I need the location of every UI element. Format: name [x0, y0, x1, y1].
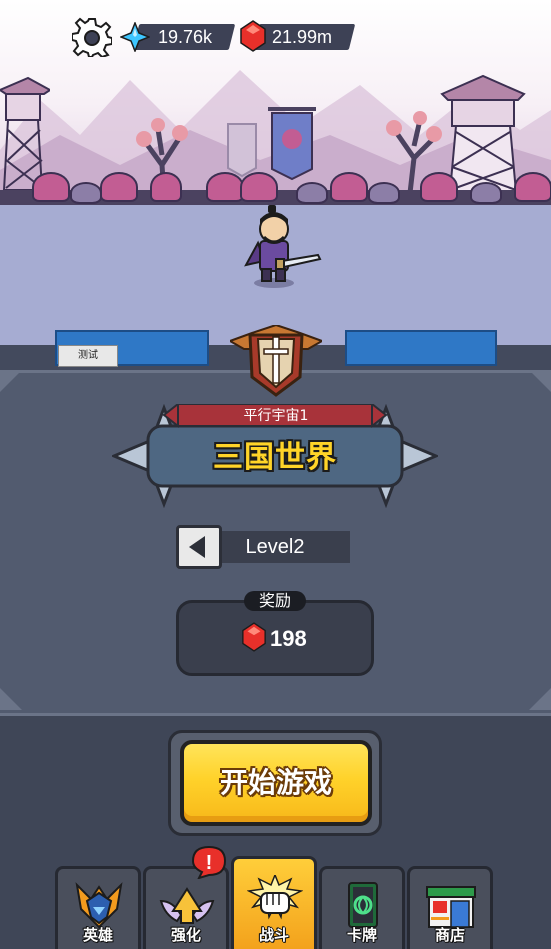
shrub: [206, 172, 244, 202]
nav-tab-cards[interactable]: 卡牌: [319, 866, 405, 949]
shrub: [240, 172, 278, 202]
ruby-gem-icon: [240, 20, 266, 52]
war-banner: [268, 107, 316, 181]
nav-tab-label: 商店: [434, 926, 465, 944]
alert-badge-icon: !: [191, 845, 227, 879]
battle-fist-icon: [247, 875, 303, 920]
world-name[interactable]: 三国世界: [150, 436, 400, 480]
level-prev-button[interactable]: [176, 525, 222, 569]
rock: [470, 182, 502, 204]
nav-tab-label: 强化: [170, 926, 201, 944]
shrub: [100, 172, 138, 202]
nav-tab-battle[interactable]: 战斗: [231, 856, 317, 949]
diamond-count: 19.76k: [158, 27, 213, 47]
rock: [296, 182, 328, 204]
left-watchtower: [0, 76, 50, 190]
reward-value: 198: [270, 626, 307, 651]
top-bar: 19.76k 21.99m: [0, 0, 551, 70]
arrow-left-icon: [189, 536, 205, 558]
reward-title: 奖励: [244, 591, 306, 611]
diamond-icon: [120, 22, 150, 52]
shrub: [330, 172, 368, 202]
war-banner-faded: [227, 123, 257, 178]
nav-tab-label: 英雄: [82, 926, 113, 944]
hero-character: [244, 205, 322, 288]
shrub: [514, 172, 551, 202]
level-label: Level2: [245, 536, 305, 558]
ruby-count: 21.99m: [272, 27, 333, 47]
panel-banner-right: [345, 330, 497, 366]
settings-gear-icon[interactable]: [72, 17, 112, 57]
nav-tab-label: 卡牌: [346, 926, 377, 944]
universe-label: 平行宇宙1: [243, 408, 309, 424]
shrub: [32, 172, 70, 202]
sword-shield-emblem: [230, 325, 322, 397]
shrub: [150, 172, 182, 202]
nav-tab-heroes[interactable]: 英雄: [55, 866, 141, 949]
alert-badge-text: !: [206, 852, 213, 874]
nav-tab-label: 战斗: [258, 926, 289, 944]
rock: [368, 182, 400, 204]
nav-tab-shop[interactable]: 商店: [407, 866, 493, 949]
battle-scene: 19.76k 21.99m: [0, 0, 551, 345]
ruby-gem-icon: [242, 622, 266, 652]
test-tag[interactable]: 测试: [58, 345, 118, 367]
right-watchtower: [440, 74, 526, 192]
start-game-label: 开始游戏: [219, 766, 332, 799]
rock: [70, 182, 102, 204]
shrub: [420, 172, 458, 202]
